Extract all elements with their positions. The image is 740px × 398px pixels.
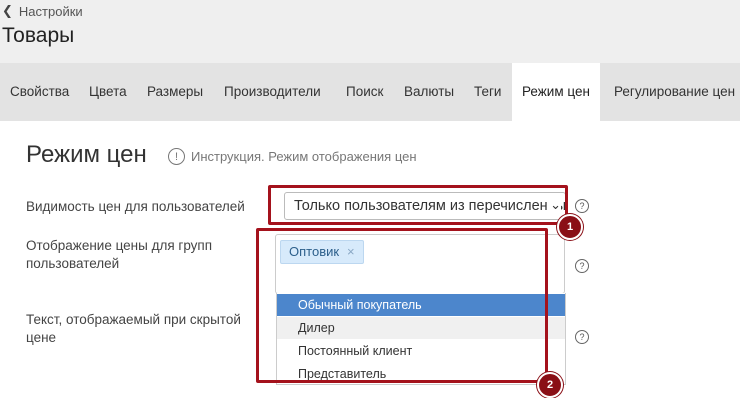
tab-colors[interactable]: Цвета bbox=[89, 63, 127, 121]
tab-tags[interactable]: Теги bbox=[474, 63, 501, 121]
chevron-left-icon: ❮ bbox=[2, 3, 13, 18]
hidden-text-label: Текст, отображаемый при скрытой цене bbox=[26, 312, 241, 345]
tab-bar: Свойства Цвета Размеры Производители Пои… bbox=[0, 63, 740, 121]
tab-price-regulation[interactable]: Регулирование цен bbox=[614, 63, 735, 121]
tab-sizes[interactable]: Размеры bbox=[147, 63, 203, 121]
tab-price-mode[interactable]: Режим цен bbox=[512, 63, 600, 121]
tab-search[interactable]: Поиск bbox=[346, 63, 383, 121]
instruction-link-label: Инструкция. Режим отображения цен bbox=[191, 149, 417, 164]
top-bar: ❮ Настройки Товары bbox=[0, 0, 740, 63]
visibility-label: Видимость цен для пользователей bbox=[26, 199, 245, 214]
annotation-badge-2: 2 bbox=[537, 372, 563, 398]
back-label: Настройки bbox=[18, 3, 83, 19]
groups-label: Отображение цены для групп пользователей bbox=[26, 238, 213, 271]
tab-manufacturers[interactable]: Производители bbox=[224, 63, 321, 121]
section-title: Режим цен bbox=[26, 141, 147, 168]
instruction-link[interactable]: ! Инструкция. Режим отображения цен bbox=[168, 148, 417, 165]
question-circle-icon[interactable]: ? bbox=[575, 330, 589, 344]
annotation-badge-1: 1 bbox=[557, 214, 583, 240]
annotation-box-2 bbox=[256, 228, 548, 383]
comment-icon: ! bbox=[168, 148, 185, 165]
page-title: Товары bbox=[2, 24, 75, 47]
tab-properties[interactable]: Свойства bbox=[10, 63, 69, 121]
tab-currencies[interactable]: Валюты bbox=[404, 63, 454, 121]
back-link[interactable]: ❮ Настройки bbox=[2, 3, 83, 19]
question-circle-icon[interactable]: ? bbox=[575, 259, 589, 273]
annotation-box-1 bbox=[268, 185, 568, 225]
question-circle-icon[interactable]: ? bbox=[575, 199, 589, 213]
